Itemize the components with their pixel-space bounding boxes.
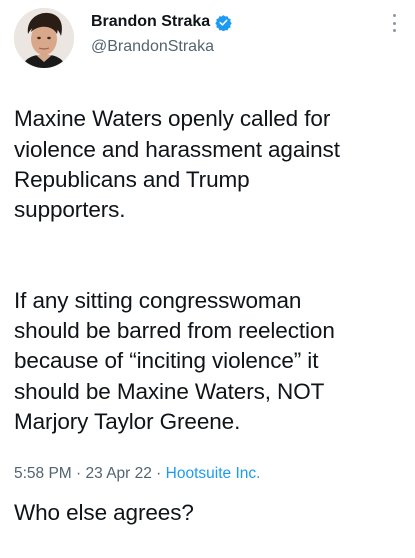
tweet-paragraph: Who else agrees?	[14, 499, 194, 525]
tweet-source-link[interactable]: Hootsuite Inc.	[166, 465, 261, 482]
tweet-date[interactable]: 23 Apr 22	[86, 465, 152, 482]
meta-separator: ·	[71, 465, 86, 482]
avatar-image	[14, 8, 74, 68]
tweet-text: Maxine Waters openly called for violence…	[14, 74, 409, 558]
author-name-row: Brandon Straka	[91, 12, 232, 32]
verified-badge-icon	[215, 14, 232, 31]
author-handle[interactable]: @BrandonStraka	[91, 37, 214, 57]
tweet-card: Brandon Straka @BrandonStraka Maxine Wat…	[0, 0, 415, 525]
meta-separator: ·	[151, 465, 166, 482]
tweet-paragraph: If any sitting congresswoman should be b…	[14, 287, 335, 434]
more-options-icon[interactable]	[385, 12, 403, 34]
display-name[interactable]: Brandon Straka	[91, 12, 210, 32]
tweet-time[interactable]: 5:58 PM	[14, 465, 72, 482]
avatar[interactable]	[14, 8, 74, 68]
tweet-paragraph: Maxine Waters openly called for violence…	[14, 106, 340, 223]
tweet-meta: 5:58 PM · 23 Apr 22 · Hootsuite Inc.	[14, 464, 260, 484]
